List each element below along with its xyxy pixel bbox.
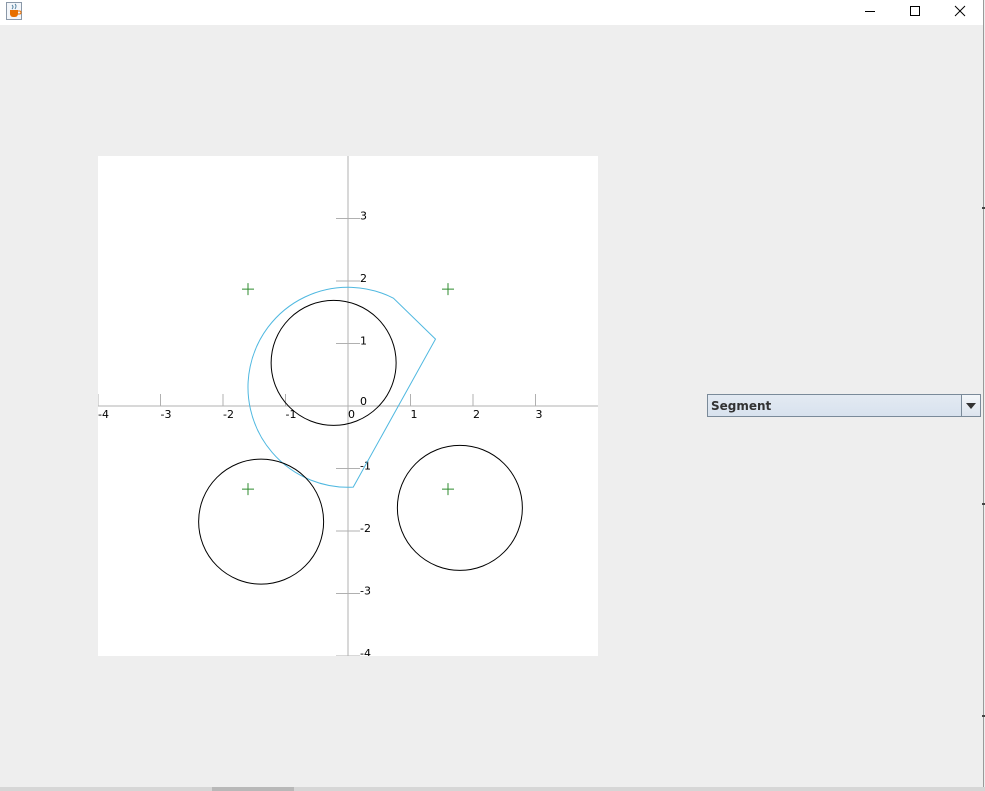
x-tick-label: -3 — [161, 408, 172, 421]
close-button[interactable] — [937, 0, 982, 22]
plus-marker — [442, 483, 454, 496]
circle-shape — [270, 299, 397, 426]
maximize-button[interactable] — [892, 0, 937, 22]
minimize-button[interactable] — [847, 0, 892, 22]
window-bottom-strip — [0, 787, 985, 791]
dropdown-arrow-button[interactable] — [961, 395, 980, 416]
plot-canvas: -4 -3 -2 -1 0 1 2 33210-1-2-3-4 — [98, 156, 598, 656]
title-bar[interactable] — [0, 0, 983, 25]
x-tick-label: -2 — [223, 408, 234, 421]
x-tick-label: 3 — [536, 408, 543, 421]
application-window: -4 -3 -2 -1 0 1 2 3 3 2 1 0 -1 -2 -3 -4 Segment — [0, 0, 984, 788]
plus-marker — [242, 483, 254, 496]
circle-shape — [396, 444, 523, 571]
y-tick-label: 3 — [360, 210, 367, 223]
plus-marker — [442, 283, 454, 296]
y-tick-label: 2 — [360, 272, 367, 285]
x-tick-label: 2 — [473, 408, 480, 421]
axis-tick-labels: -4 -3 -2 -1 0 1 2 33210-1-2-3-4 — [98, 210, 543, 657]
taskbar-tab[interactable] — [212, 787, 294, 791]
x-tick-label: 0 — [348, 408, 355, 421]
java-coffee-cup-icon — [6, 2, 22, 20]
plus-marker — [242, 283, 254, 296]
y-tick-label: 0 — [360, 395, 367, 408]
y-tick-label: -3 — [360, 585, 371, 598]
shape-type-combobox[interactable]: Segment — [707, 394, 981, 417]
x-tick-label: -1 — [286, 408, 297, 421]
close-icon — [954, 5, 965, 17]
dropdown-arrow-icon — [966, 402, 976, 409]
content-pane: -4 -3 -2 -1 0 1 2 3 3 2 1 0 -1 -2 -3 -4 Segment — [0, 25, 983, 787]
plot-panel[interactable]: -4 -3 -2 -1 0 1 2 3 3 2 1 0 -1 -2 -3 -4 — [98, 156, 598, 656]
minimize-icon — [864, 11, 875, 12]
y-tick-label: -2 — [360, 522, 371, 535]
combobox-selected-value[interactable]: Segment — [708, 395, 961, 416]
x-tick-label: 1 — [411, 408, 418, 421]
maximize-icon — [909, 6, 920, 16]
y-tick-label: -4 — [360, 647, 371, 656]
x-tick-label: -4 — [98, 408, 109, 421]
axis-ticks — [98, 218, 536, 656]
y-tick-label: 1 — [360, 335, 367, 348]
